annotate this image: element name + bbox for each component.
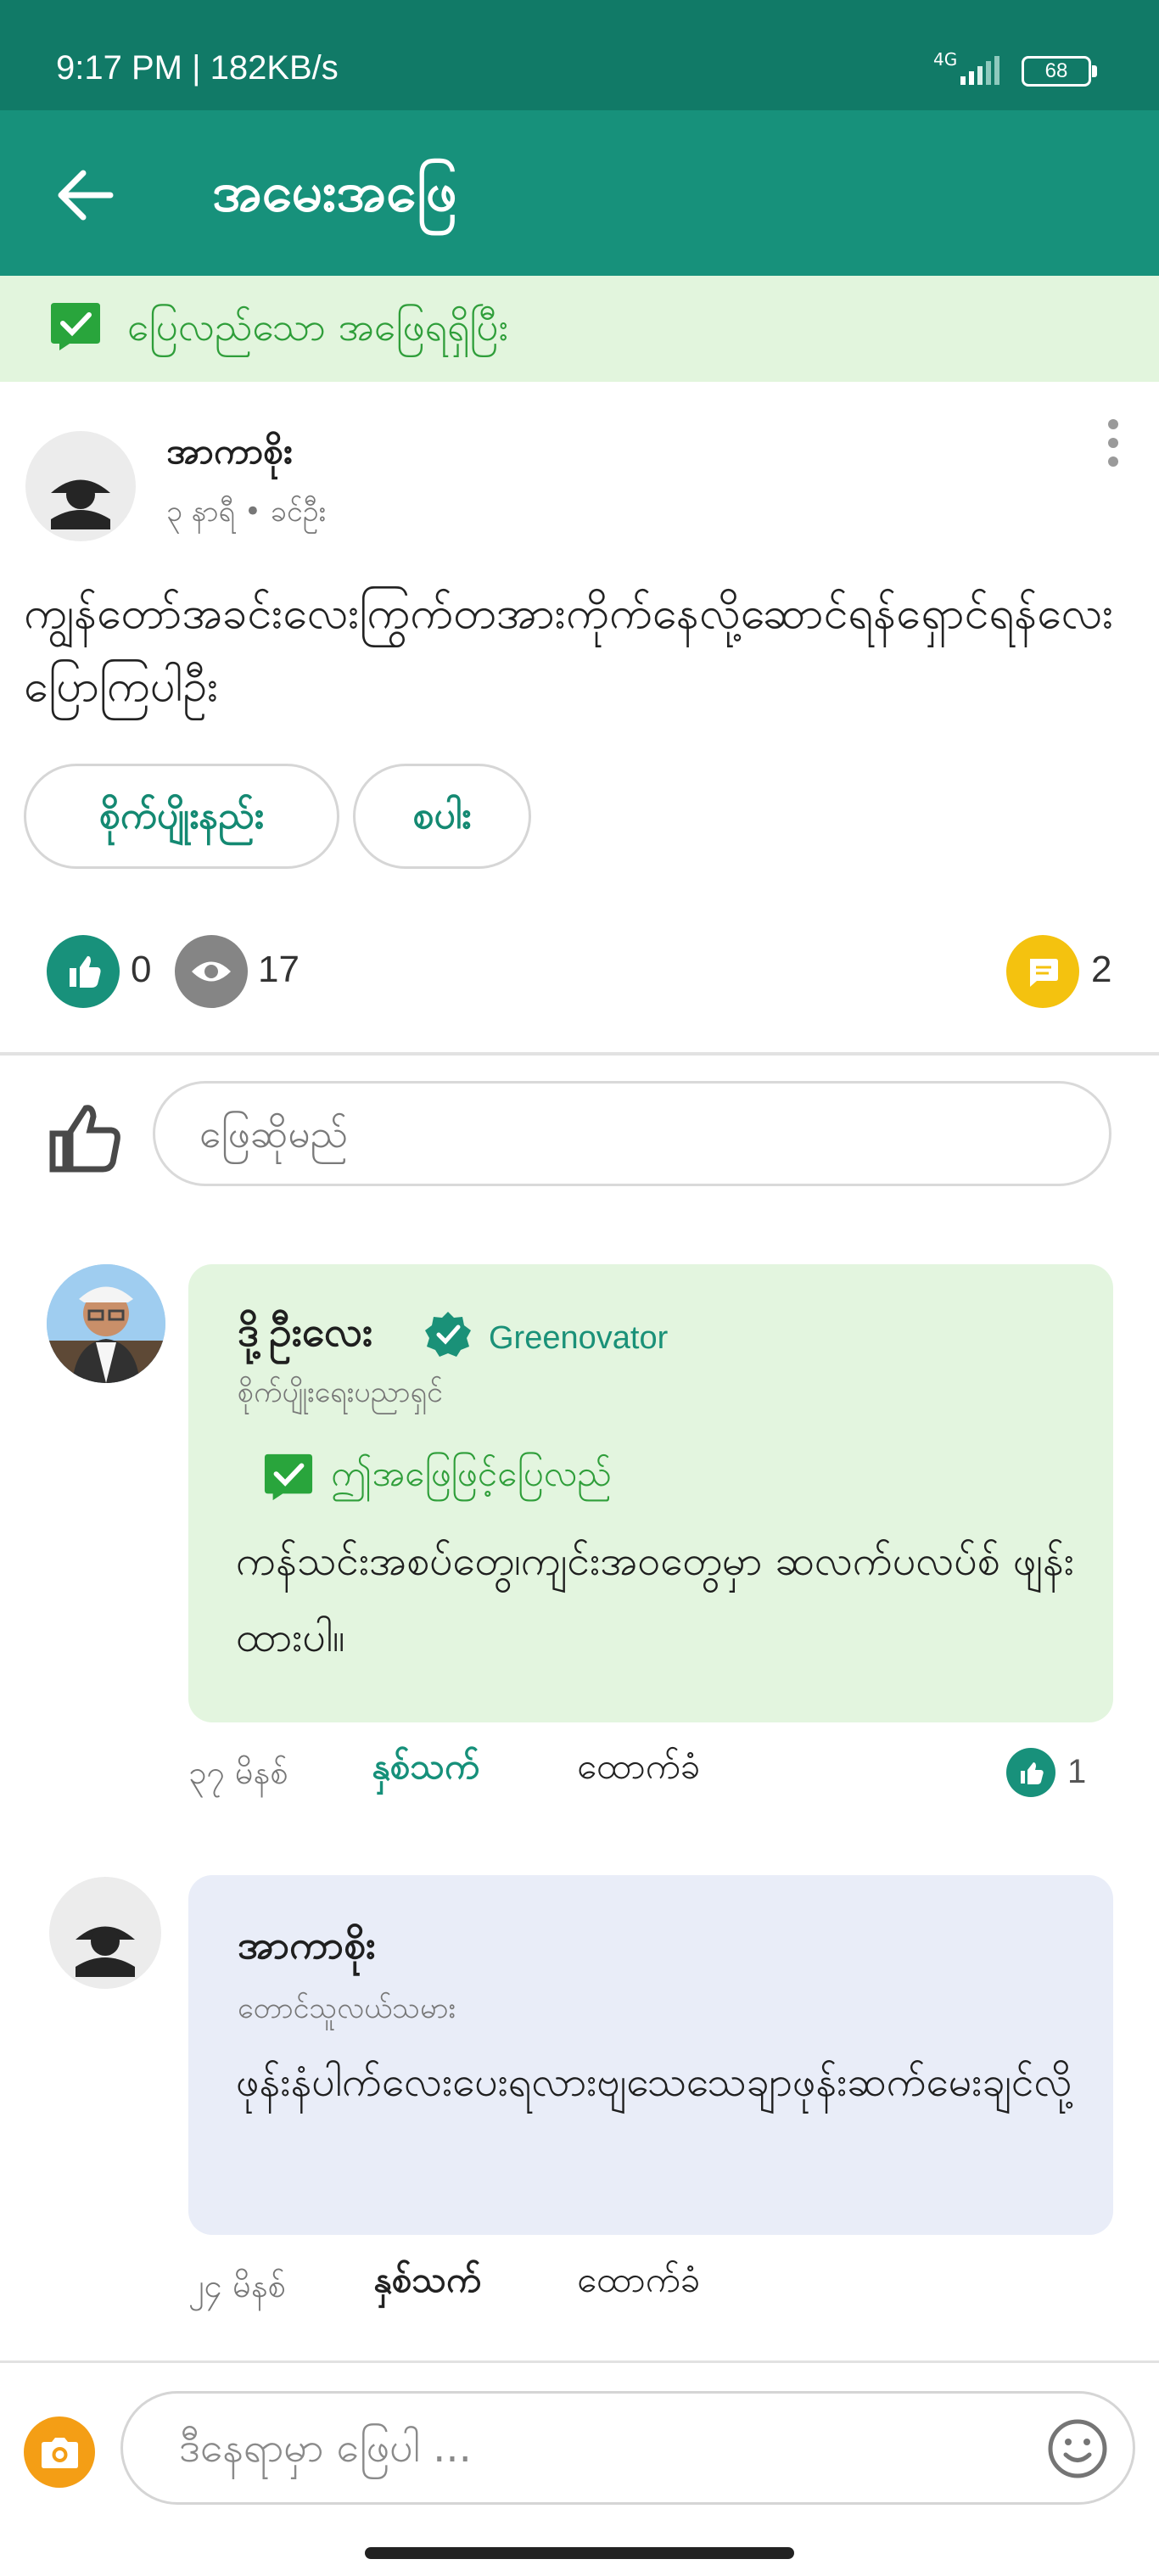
view-count: 17: [258, 949, 300, 990]
comment-like-count: 1: [1067, 1753, 1087, 1790]
comment-actions: ၃၇ မိနစ် နှစ်သက် ထောက်ခံ: [0, 1744, 1159, 1803]
status-bar: 9:17 PM | 182KB/s 4G 68: [0, 0, 1159, 110]
answered-banner: ပြေလည်သော အဖြေရရှိပြီး: [0, 276, 1159, 382]
back-arrow-icon[interactable]: [51, 161, 119, 229]
tag-farming-method[interactable]: စိုက်ပျိုးနည်း: [24, 764, 339, 869]
like-count: 0: [131, 949, 152, 990]
comment-count: 2: [1091, 949, 1112, 990]
user-photo-avatar: [47, 1264, 165, 1383]
verified-icon: [425, 1312, 471, 1357]
comment-button[interactable]: [1006, 935, 1079, 1008]
check-square-icon: [51, 303, 100, 350]
eye-icon: [192, 961, 231, 982]
like-comment-button[interactable]: နှစ်သက်: [373, 2257, 481, 2310]
question-text: ကျွန်တော်အခင်းလေးကြွက်တအားကိုက်နေလို့ဆော…: [24, 588, 1114, 712]
farmer-avatar-icon: [51, 479, 110, 529]
comment-role: စိုက်ပျိုးရေးပညာရှင်: [238, 1375, 443, 1409]
like-comment-button[interactable]: နှစ်သက်: [372, 1744, 479, 1796]
avatar[interactable]: [49, 1877, 161, 1989]
answer-card: ဒို့ဦးလေး Greenovator စိုက်ပျိုးရေးပညာရှ…: [188, 1264, 1113, 1722]
accepted-answer-label: ဤအဖြေဖြင့်ပြေလည်: [331, 1453, 612, 1494]
page-title: အမေးအဖြေ: [212, 161, 457, 224]
app-bar: အမေးအဖြေ: [0, 110, 1159, 276]
home-indicator: [365, 2547, 794, 2559]
comment-icon: [1030, 959, 1058, 987]
view-indicator: [175, 935, 248, 1008]
more-vertical-icon[interactable]: [1095, 416, 1132, 470]
status-time: 9:17 PM | 182KB/s: [56, 49, 339, 87]
comment-card: အာကာစိုး တောင်သူလယ်သမား ဖုန်းနံပါက်လေးပေ…: [188, 1875, 1113, 2235]
tag-rice[interactable]: စပါး: [353, 764, 531, 869]
answer-input[interactable]: ဖြေဆိုမည်: [153, 1081, 1111, 1186]
avatar[interactable]: [47, 1264, 165, 1383]
camera-icon: [42, 2438, 78, 2468]
reply-input[interactable]: ဒီနေရာမှာ ဖြေပါ ...: [120, 2391, 1135, 2505]
answered-status: ပြေလည်သော အဖြေရရှိပြီး: [127, 304, 509, 350]
thumb-up-icon: [70, 955, 101, 988]
avatar[interactable]: [25, 431, 136, 541]
farmer-avatar-icon: [76, 1926, 135, 1977]
like-button[interactable]: [47, 935, 120, 1008]
check-square-icon: [264, 1453, 313, 1501]
emoji-icon[interactable]: [1045, 2416, 1110, 2481]
question-meta: ၃ နာရီ • ခင်ဦး: [166, 495, 327, 529]
greenovator-badge: Greenovator: [489, 1320, 669, 1356]
comment-author[interactable]: အာကာစိုး: [238, 1921, 376, 1978]
comment-like-indicator[interactable]: [1006, 1748, 1055, 1797]
network-label: 4G: [933, 49, 958, 70]
thumb-up-icon: [1021, 1762, 1044, 1784]
comment-actions: ၂၄ မိနစ် နှစ်သက် ထောက်ခံ: [0, 2257, 1159, 2316]
divider: [0, 1052, 1159, 1056]
thumb-up-icon[interactable]: [42, 1095, 127, 1179]
question-author[interactable]: အာကာစိုး: [166, 428, 292, 481]
comment-time: ၃၇ မိနစ်: [188, 1754, 288, 1791]
camera-button[interactable]: [24, 2416, 95, 2488]
comment-author[interactable]: ဒို့ဦးလေး: [238, 1307, 372, 1366]
support-button[interactable]: ထောက်ခံ: [577, 1744, 700, 1796]
support-button[interactable]: ထောက်ခံ: [577, 2257, 700, 2310]
battery-indicator: 68: [1022, 56, 1097, 87]
comment-time: ၂၄ မိနစ်: [188, 2267, 286, 2304]
signal-icon: [960, 56, 999, 85]
comment-body: ကန်သင်းအစပ်တွေ၊ကျင်းအဝတွေမှာ ဆလက်ပလပ်စ် …: [236, 1537, 1074, 1661]
comment-body: ဖုန်းနံပါက်လေးပေးရလားဗျသေသေချာဖုန်းဆက်မေ…: [236, 2058, 1072, 2106]
comment-role: တောင်သူလယ်သမား: [238, 1991, 456, 2025]
